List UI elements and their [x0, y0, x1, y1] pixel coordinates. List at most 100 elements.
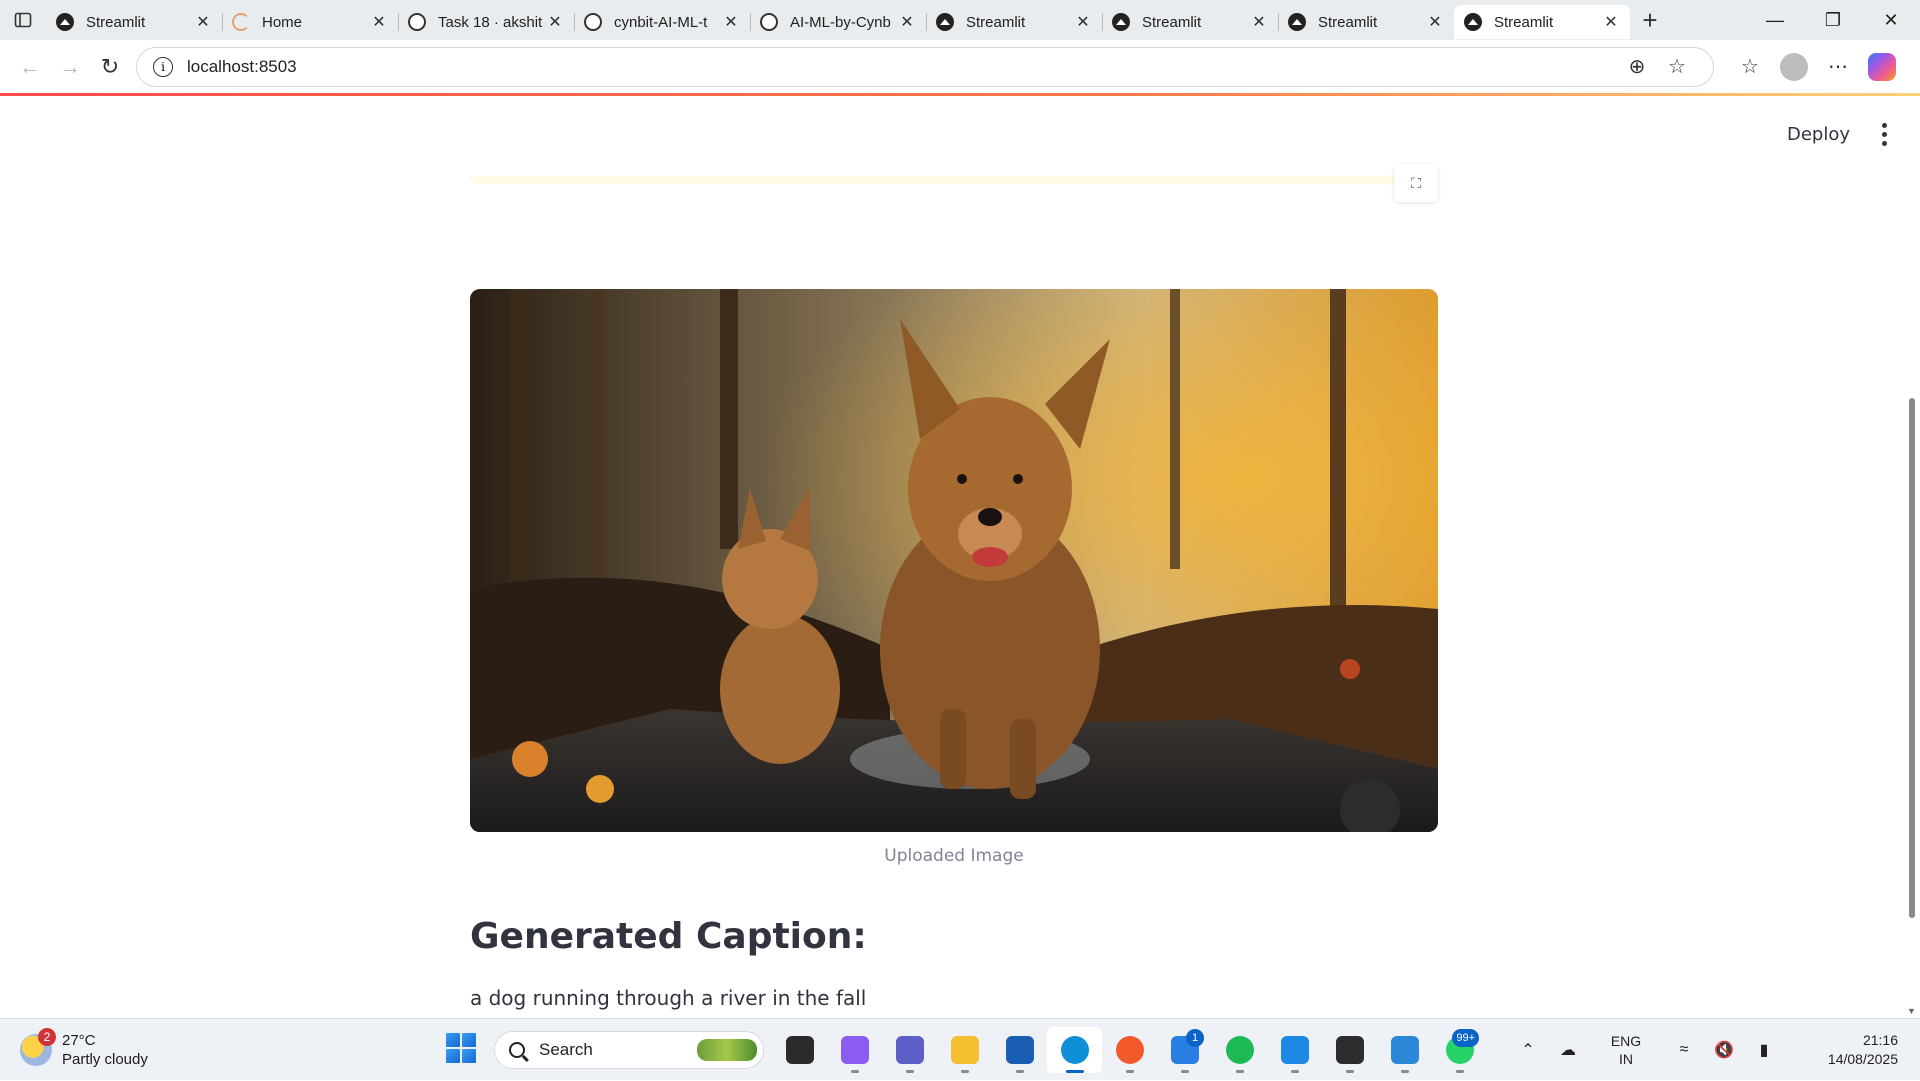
weather-temp: 27°C	[62, 1032, 96, 1049]
tab-title: Home	[262, 13, 303, 31]
tab-title: Streamlit	[1318, 13, 1378, 31]
browser-tab[interactable]: Home ✕	[222, 5, 398, 39]
site-info-icon[interactable]: i	[153, 56, 173, 77]
start-button[interactable]	[446, 1033, 476, 1063]
onedrive-error-icon[interactable]: ☁	[1548, 1040, 1588, 1060]
tab-close-icon[interactable]: ✕	[194, 12, 212, 32]
taskbar-app-copilot[interactable]	[827, 1027, 882, 1073]
browser-tab[interactable]: cynbit-AI-ML-t ✕	[574, 5, 750, 39]
address-bar[interactable]: i localhost:8503 ⊕ ☆	[136, 46, 1714, 87]
taskbar-app-brave[interactable]	[1102, 1027, 1157, 1073]
browser-tab[interactable]: Task 18 · akshit ✕	[398, 5, 574, 39]
deploy-button[interactable]: Deploy	[1773, 116, 1864, 153]
running-indicator	[1290, 1070, 1299, 1073]
tab-close-icon[interactable]: ✕	[1074, 12, 1092, 32]
running-indicator	[1125, 1070, 1134, 1073]
browser-tab[interactable]: AI-ML-by-Cynb ✕	[750, 5, 926, 39]
weather-badge: 2	[38, 1028, 56, 1046]
browser-tab[interactable]: Streamlit ✕	[926, 5, 1102, 39]
github-icon	[584, 13, 602, 31]
url-text[interactable]: localhost:8503	[187, 57, 1617, 77]
notification-badge: 1	[1186, 1029, 1204, 1047]
streamlit-icon	[56, 13, 74, 31]
favorite-star-icon[interactable]: ☆	[1657, 54, 1697, 79]
taskbar-app-photos[interactable]	[1377, 1027, 1432, 1073]
profile-button[interactable]	[1772, 47, 1816, 87]
streamlit-header: Deploy	[1773, 96, 1904, 172]
uploaded-image	[470, 289, 1438, 832]
battery-icon[interactable]: ▮	[1744, 1040, 1784, 1060]
taskbar-app-todo[interactable]: 1	[1157, 1027, 1212, 1073]
github-icon	[408, 13, 426, 31]
browser-tab[interactable]: Streamlit ✕	[1102, 5, 1278, 39]
taskbar-app-file-explorer[interactable]	[937, 1027, 992, 1073]
more-options-icon[interactable]: ⋯	[1816, 47, 1860, 87]
taskbar-app-task-view[interactable]	[772, 1027, 827, 1073]
clock[interactable]: 21:16 14/08/2025	[1798, 1031, 1898, 1069]
tab-close-icon[interactable]: ✕	[1602, 12, 1620, 32]
tab-close-icon[interactable]: ✕	[1426, 12, 1444, 32]
tab-close-icon[interactable]: ✕	[898, 12, 916, 32]
taskbar-app-store[interactable]	[992, 1027, 1047, 1073]
forward-button[interactable]: →	[50, 47, 90, 87]
brave-icon	[1115, 1036, 1144, 1064]
page-scrollbar[interactable]: ▼	[1904, 96, 1920, 1018]
tab-close-icon[interactable]: ✕	[1250, 12, 1268, 32]
running-indicator	[1345, 1070, 1354, 1073]
main-menu-icon[interactable]	[1864, 114, 1904, 154]
streamlit-icon	[1112, 13, 1130, 31]
tab-close-icon[interactable]: ✕	[370, 12, 388, 32]
volume-muted-icon[interactable]: 🔇	[1704, 1040, 1744, 1060]
spotify-icon	[1225, 1036, 1254, 1064]
streamlit-icon	[1288, 13, 1306, 31]
taskbar-app-teams[interactable]	[882, 1027, 937, 1073]
page-viewport: Deploy ⛶ Uploaded Image Generated Captio…	[0, 96, 1920, 1018]
scroll-down-icon[interactable]: ▼	[1907, 1006, 1916, 1016]
reload-button[interactable]: ↻	[90, 47, 130, 87]
browser-toolbar: ← → ↻ i localhost:8503 ⊕ ☆ ☆ ⋯	[0, 40, 1920, 94]
fullscreen-icon[interactable]: ⛶	[1394, 164, 1438, 202]
copilot-icon	[1868, 52, 1896, 81]
taskbar-app-vscode[interactable]	[1267, 1027, 1322, 1073]
back-button[interactable]: ←	[10, 47, 50, 87]
running-indicator	[1455, 1070, 1464, 1073]
weather-widget[interactable]: 2 27°C Partly cloudy	[20, 1028, 148, 1069]
copilot-button[interactable]	[1860, 47, 1904, 87]
running-indicator	[960, 1070, 969, 1073]
browser-tab[interactable]: Streamlit ✕	[1278, 5, 1454, 39]
show-hidden-icons-icon[interactable]: ⌃	[1508, 1040, 1548, 1060]
partly-cloudy-icon: 2	[20, 1028, 56, 1066]
loading-spinner-icon	[232, 13, 250, 31]
taskbar-app-terminal[interactable]	[1322, 1027, 1377, 1073]
favorites-icon[interactable]: ☆	[1728, 47, 1772, 87]
terminal-icon	[1335, 1036, 1364, 1064]
close-window-button[interactable]: ✕	[1862, 0, 1920, 40]
tab-close-icon[interactable]: ✕	[722, 12, 740, 32]
minimize-button[interactable]: —	[1746, 0, 1804, 40]
taskbar-app-spotify[interactable]	[1212, 1027, 1267, 1073]
taskbar-app-whatsapp[interactable]: 99+	[1432, 1027, 1487, 1073]
tab-actions-icon[interactable]	[0, 0, 46, 40]
taskbar-search[interactable]: Search	[494, 1031, 764, 1069]
new-tab-button[interactable]: +	[1630, 3, 1670, 37]
language-label: ENG	[1610, 1033, 1642, 1049]
tab-close-icon[interactable]: ✕	[546, 12, 564, 32]
copilot-icon	[840, 1036, 869, 1064]
windows-taskbar: 2 27°C Partly cloudy Search 1 99+ ⌃ ☁ ENG…	[0, 1018, 1920, 1080]
image-caption: Uploaded Image	[884, 846, 1024, 866]
streamlit-icon	[936, 13, 954, 31]
clock-date: 14/08/2025	[1827, 1051, 1898, 1067]
browser-tab-strip: Streamlit ✕ Home ✕ Task 18 · akshit ✕ cynbit-A…	[0, 0, 1920, 40]
browser-tab[interactable]: Streamlit ✕	[1454, 5, 1630, 39]
region-label: IN	[1619, 1051, 1633, 1067]
taskbar-app-edge[interactable]	[1047, 1027, 1102, 1073]
restore-button[interactable]: ❐	[1804, 0, 1862, 40]
generated-caption-text: a dog running through a river in the fal…	[470, 986, 867, 1010]
language-indicator[interactable]: ENG IN	[1596, 1032, 1656, 1068]
scrollbar-thumb[interactable]	[1909, 398, 1915, 918]
zoom-icon[interactable]: ⊕	[1617, 54, 1657, 79]
running-indicator	[1180, 1070, 1189, 1073]
wifi-icon[interactable]: ≈	[1664, 1041, 1704, 1059]
browser-tab[interactable]: Streamlit ✕	[46, 5, 222, 39]
tab-title: Streamlit	[1142, 13, 1202, 31]
